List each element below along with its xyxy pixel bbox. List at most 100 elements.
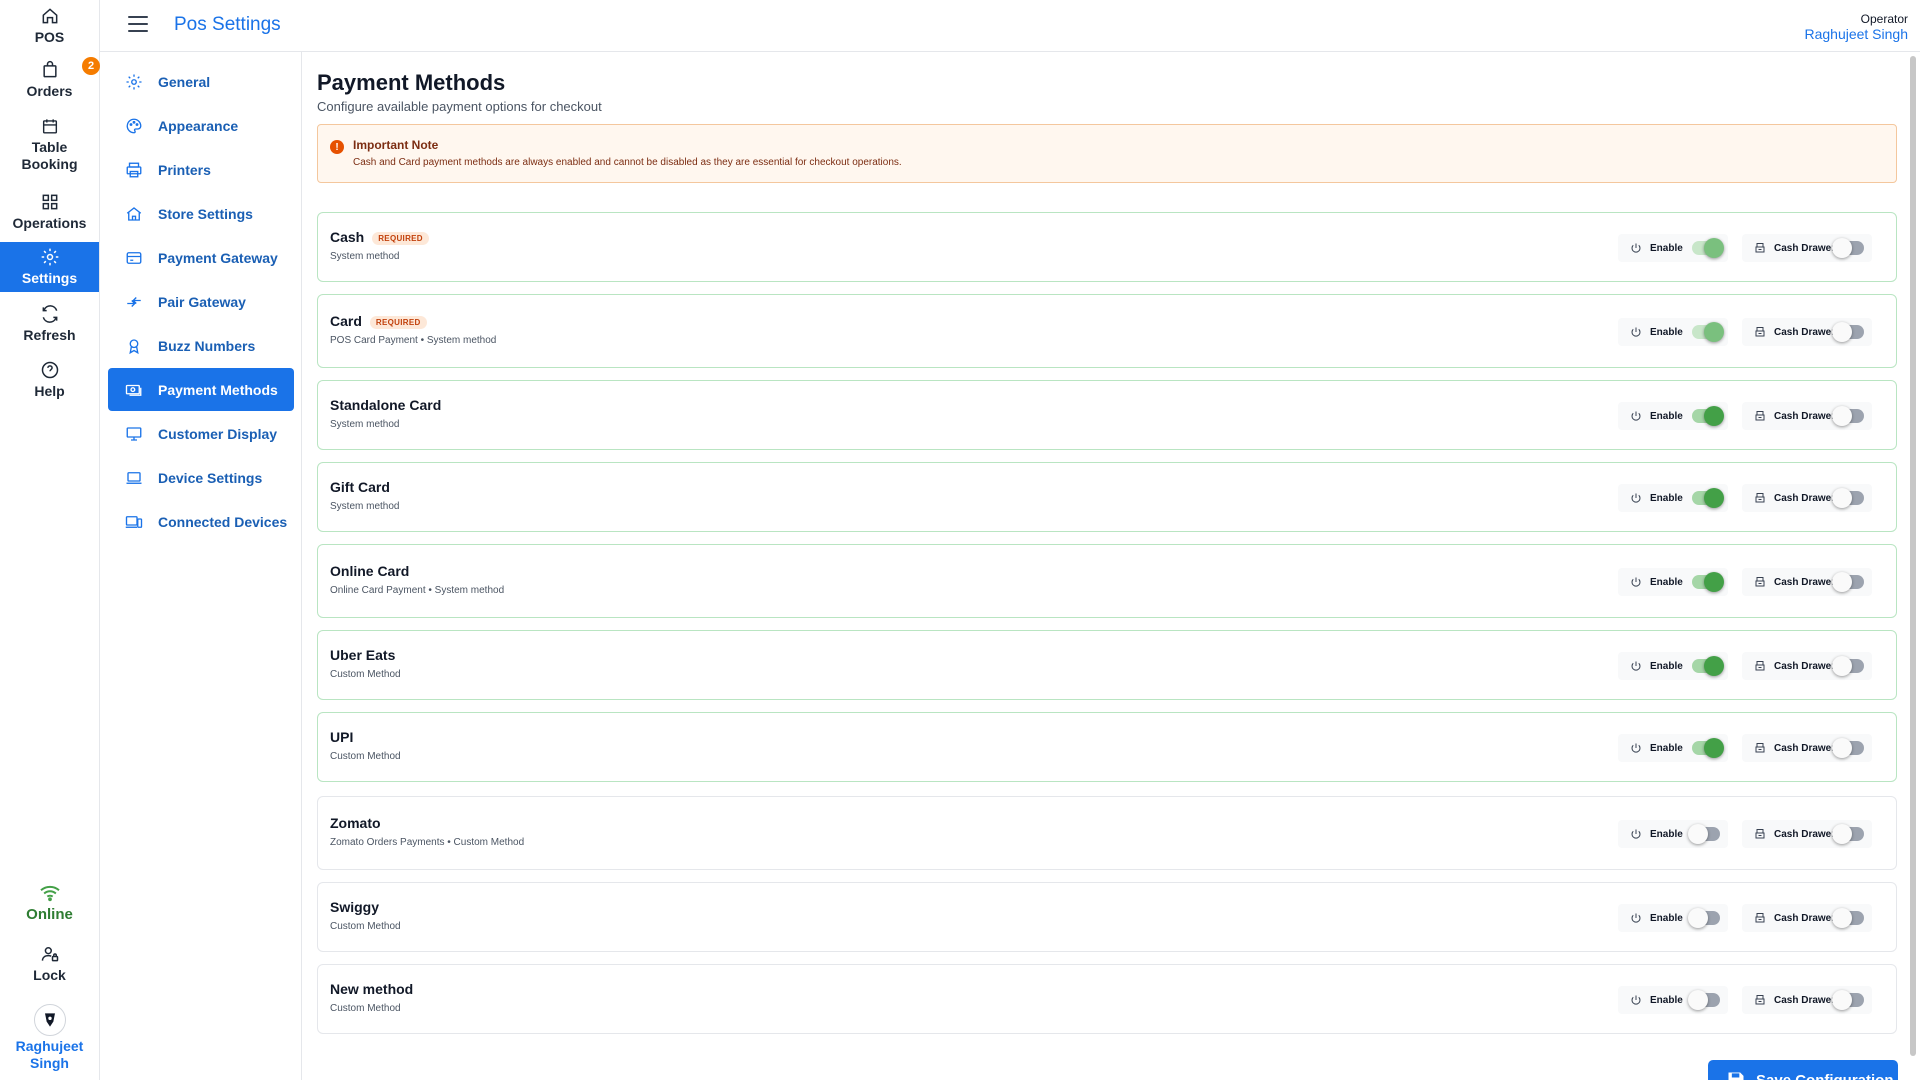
- enable-toggle[interactable]: [1692, 738, 1724, 758]
- nav-item-store-settings[interactable]: Store Settings: [108, 192, 294, 235]
- top-bar: Pos Settings Operator Raghujeet Singh: [100, 0, 1920, 52]
- payment-method-name: Zomato: [330, 815, 381, 831]
- cash-drawer-label: Cash Drawer: [1774, 994, 1836, 1006]
- toggle-knob: [1832, 908, 1852, 928]
- enable-toggle[interactable]: [1692, 488, 1724, 508]
- rail-item-help[interactable]: Help: [0, 360, 99, 400]
- enable-label: Enable: [1650, 994, 1683, 1006]
- enable-label: Enable: [1650, 828, 1683, 840]
- rail-item-refresh[interactable]: Refresh: [0, 304, 99, 344]
- toggle-knob: [1688, 908, 1708, 928]
- cash-drawer-toggle[interactable]: [1832, 738, 1864, 758]
- badge-icon: [129, 338, 139, 354]
- cash-drawer-label: Cash Drawer: [1774, 326, 1836, 338]
- enable-label: Enable: [1650, 576, 1683, 588]
- cash-drawer-toggle[interactable]: [1832, 238, 1864, 258]
- cash-drawer-toggle[interactable]: [1832, 322, 1864, 342]
- cash-drawer-toggle[interactable]: [1832, 572, 1864, 592]
- orders-count-badge: 2: [82, 57, 100, 75]
- scrollbar-thumb[interactable]: [1910, 56, 1916, 1056]
- rail-item-operations[interactable]: Operations: [0, 192, 99, 232]
- cash-drawer-control: Cash Drawer: [1742, 568, 1872, 596]
- payment-method-name: Standalone Card: [330, 397, 441, 413]
- payment-method-subtitle: System method: [330, 501, 400, 512]
- power-icon: [1631, 995, 1641, 1005]
- toggle-knob: [1832, 488, 1852, 508]
- enable-toggle[interactable]: [1692, 238, 1724, 258]
- rail-item-pos[interactable]: POS: [0, 6, 99, 46]
- toggle-knob: [1704, 656, 1724, 676]
- note-text: Cash and Card payment methods are always…: [353, 157, 902, 168]
- cash-drawer-label: Cash Drawer: [1774, 576, 1836, 588]
- power-icon: [1631, 829, 1641, 839]
- rail-item-table-booking[interactable]: Table Booking: [0, 117, 99, 173]
- nav-item-pair-gateway[interactable]: Pair Gateway: [108, 280, 294, 323]
- payment-method-card: Cash REQUIRED System method Enable Cash Draw…: [317, 212, 1897, 282]
- cash-drawer-toggle[interactable]: [1832, 488, 1864, 508]
- cash-drawer-control: Cash Drawer: [1742, 484, 1872, 512]
- cash-drawer-label: Cash Drawer: [1774, 742, 1836, 754]
- cash-drawer-toggle[interactable]: [1832, 824, 1864, 844]
- nav-item-connected-devices[interactable]: Connected Devices: [108, 500, 294, 543]
- payment-method-name: Online Card: [330, 563, 409, 579]
- enable-label: Enable: [1650, 742, 1683, 754]
- monitor-icon: [126, 426, 142, 441]
- nav-item-device-settings[interactable]: Device Settings: [108, 456, 294, 499]
- pair-arrows-icon: [127, 296, 141, 307]
- cash-drawer-icon: [1755, 743, 1765, 753]
- rail-item-settings[interactable]: Settings: [0, 242, 99, 292]
- cash-drawer-toggle[interactable]: [1832, 656, 1864, 676]
- save-configuration-button[interactable]: Save Configuration: [1708, 1060, 1898, 1080]
- nav-item-payment-methods[interactable]: Payment Methods: [108, 368, 294, 411]
- enable-toggle[interactable]: [1692, 572, 1724, 592]
- nav-item-printers[interactable]: Printers: [108, 148, 294, 191]
- toggle-knob: [1832, 406, 1852, 426]
- cash-drawer-toggle[interactable]: [1832, 908, 1864, 928]
- toggle-knob: [1704, 322, 1724, 342]
- payment-method-subtitle: POS Card Payment • System method: [330, 335, 497, 346]
- method-name-text: Gift Card: [330, 479, 390, 495]
- payment-method-card: Swiggy Custom Method Enable Cash Drawer: [317, 882, 1897, 952]
- enable-toggle[interactable]: [1688, 908, 1720, 928]
- enable-control: Enable: [1618, 986, 1728, 1014]
- avatar-logo-icon: [45, 1013, 55, 1027]
- power-icon: [1631, 327, 1641, 337]
- cash-drawer-icon: [1755, 493, 1765, 503]
- nav-item-buzz-numbers[interactable]: Buzz Numbers: [108, 324, 294, 367]
- power-icon: [1631, 913, 1641, 923]
- cash-drawer-label: Cash Drawer: [1774, 410, 1836, 422]
- home-icon: [42, 8, 57, 24]
- cash-drawer-toggle[interactable]: [1832, 406, 1864, 426]
- avatar[interactable]: [34, 1004, 66, 1036]
- method-name-text: Cash: [330, 229, 365, 245]
- palette-icon: [126, 118, 142, 133]
- menu-icon[interactable]: [128, 16, 148, 34]
- nav-item-payment-gateway[interactable]: Payment Gateway: [108, 236, 294, 279]
- enable-control: Enable: [1618, 568, 1728, 596]
- cash-drawer-toggle[interactable]: [1832, 990, 1864, 1010]
- toggle-knob: [1688, 824, 1708, 844]
- operator-name[interactable]: Raghujeet Singh: [1804, 26, 1908, 42]
- cash-drawer-control: Cash Drawer: [1742, 652, 1872, 680]
- lock-button[interactable]: Lock: [0, 944, 99, 984]
- nav-item-appearance[interactable]: Appearance: [108, 104, 294, 147]
- cash-drawer-control: Cash Drawer: [1742, 402, 1872, 430]
- nav-item-general[interactable]: General: [108, 60, 294, 103]
- calendar-icon: [42, 119, 57, 134]
- enable-toggle[interactable]: [1688, 990, 1720, 1010]
- toggle-knob: [1832, 824, 1852, 844]
- method-name-text: UPI: [330, 729, 354, 745]
- cash-drawer-label: Cash Drawer: [1774, 660, 1836, 672]
- enable-toggle[interactable]: [1688, 824, 1720, 844]
- enable-label: Enable: [1650, 912, 1683, 924]
- laptop-icon: [126, 471, 142, 484]
- cash-drawer-icon: [1755, 327, 1765, 337]
- enable-toggle[interactable]: [1692, 406, 1724, 426]
- enable-toggle[interactable]: [1692, 322, 1724, 342]
- nav-item-customer-display[interactable]: Customer Display: [108, 412, 294, 455]
- toggle-knob: [1832, 656, 1852, 676]
- printer-icon: [126, 162, 142, 177]
- enable-toggle[interactable]: [1692, 656, 1724, 676]
- payment-method-subtitle: Custom Method: [330, 1003, 401, 1014]
- scrollbar[interactable]: [1908, 52, 1918, 1080]
